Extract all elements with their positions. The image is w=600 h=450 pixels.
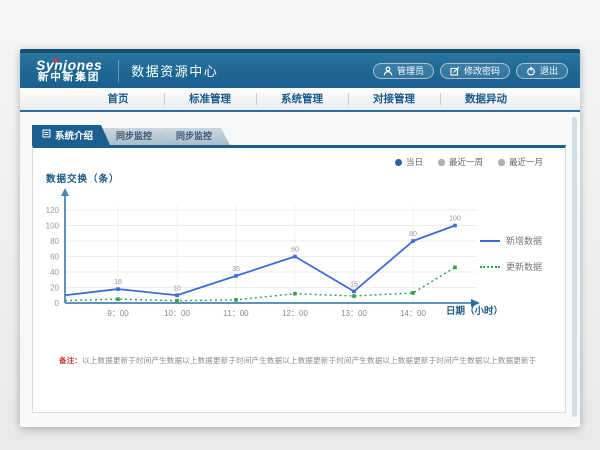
svg-text:15: 15 [350,281,358,288]
document-icon [42,129,51,141]
nav-item-data-change[interactable]: 数据异动 [440,88,532,110]
svg-text:10: 10 [173,285,181,292]
header-divider [118,60,119,82]
logo-text-cn: 新中新集团 [36,72,102,83]
svg-text:14：00: 14：00 [400,309,426,318]
radio-selected-icon [395,159,402,166]
line-chart: 0 20 40 60 80 100 120 9：00 10：00 11：00 12：00 13：00 1… [30,185,500,325]
svg-text:0: 0 [55,299,60,308]
nav-item-standard-mgmt[interactable]: 标准管理 [164,88,256,110]
svg-text:80: 80 [50,237,59,246]
svg-text:10：00: 10：00 [164,309,190,318]
svg-text:60: 60 [291,247,299,254]
tab-system-intro-label: 系统介绍 [55,128,93,142]
tab-sync-monitor-2[interactable]: 同步监控 [162,128,230,145]
range-last-month-label: 最近一月 [509,156,543,168]
svg-text:12：00: 12：00 [282,309,308,318]
svg-text:100: 100 [449,216,461,223]
range-today-label: 当日 [406,156,423,168]
change-password-label: 修改密码 [464,64,500,77]
footnote-text: 以上数据更新于时间产生数据以上数据更新于时间产生数据以上数据更新于时间产生数据以… [82,356,536,365]
svg-text:80: 80 [409,231,417,238]
radio-unselected-icon [438,159,445,166]
legend-new-data[interactable]: 新增数据 [480,234,542,247]
company-logo: Synjones 新中新集团 [32,58,106,84]
content-area: 系统介绍 同步监控 同步监控 当日 最近一周 [20,112,580,425]
legend-new-data-label: 新增数据 [506,234,542,247]
user-icon [383,66,393,76]
svg-text:60: 60 [50,253,59,262]
edit-icon [450,66,460,76]
logout-button[interactable]: 退出 [516,63,568,79]
main-nav: 首页 标准管理 系统管理 对接管理 数据异动 [20,88,580,112]
tab-strip: 系统介绍 同步监控 同步监控 [32,125,230,145]
admin-user-label: 管理员 [397,64,424,77]
svg-text:35: 35 [232,266,240,273]
app-header: Synjones 新中新集团 数据资源中心 管理员 [20,49,580,88]
y-axis-title: 数据交换（条） [46,171,120,185]
vertical-scrollbar[interactable] [572,117,577,417]
logout-label: 退出 [540,64,558,77]
svg-text:18: 18 [114,279,122,286]
chart-legend: 新增数据 更新数据 [480,234,542,273]
nav-item-home[interactable]: 首页 [72,88,164,110]
svg-text:11：00: 11：00 [223,309,249,318]
range-option-last-week[interactable]: 最近一周 [438,156,483,168]
nav-item-system-mgmt[interactable]: 系统管理 [256,88,348,110]
solid-line-icon [480,240,500,242]
tab-sync-monitor-1[interactable]: 同步监控 [102,128,170,145]
range-option-today[interactable]: 当日 [395,156,423,168]
app-title: 数据资源中心 [131,61,218,80]
power-icon [526,66,536,76]
x-axis-title: 日期（小时） [446,303,503,317]
header-user-area: 管理员 修改密码 退出 [373,63,568,79]
legend-update-data[interactable]: 更新数据 [480,260,542,273]
svg-text:120: 120 [46,206,60,215]
tab-system-intro[interactable]: 系统介绍 [32,125,110,145]
nav-item-interface-mgmt[interactable]: 对接管理 [348,88,440,110]
range-last-week-label: 最近一周 [449,156,483,168]
svg-text:13：00: 13：00 [341,309,367,318]
footnote: 备注：以上数据更新于时间产生数据以上数据更新于时间产生数据以上数据更新于时间产生… [59,355,551,366]
page-background: Synjones 新中新集团 数据资源中心 管理员 [0,0,600,450]
dotted-line-icon [480,266,500,268]
footnote-prefix: 备注： [59,356,82,365]
svg-text:40: 40 [50,268,59,277]
change-password-button[interactable]: 修改密码 [440,63,510,79]
chart-panel: 当日 最近一周 最近一月 数据交换（条） 0 20 40 60 80 100 120 9：00… [32,145,566,413]
svg-text:20: 20 [50,284,59,293]
svg-text:9：00: 9：00 [107,309,129,318]
admin-user-button[interactable]: 管理员 [373,63,434,79]
time-range-selector: 当日 最近一周 最近一月 [395,156,543,168]
range-option-last-month[interactable]: 最近一月 [498,156,543,168]
svg-text:100: 100 [46,222,60,231]
legend-update-data-label: 更新数据 [506,260,542,273]
app-window: Synjones 新中新集团 数据资源中心 管理员 [20,49,580,427]
radio-unselected-icon [498,159,505,166]
